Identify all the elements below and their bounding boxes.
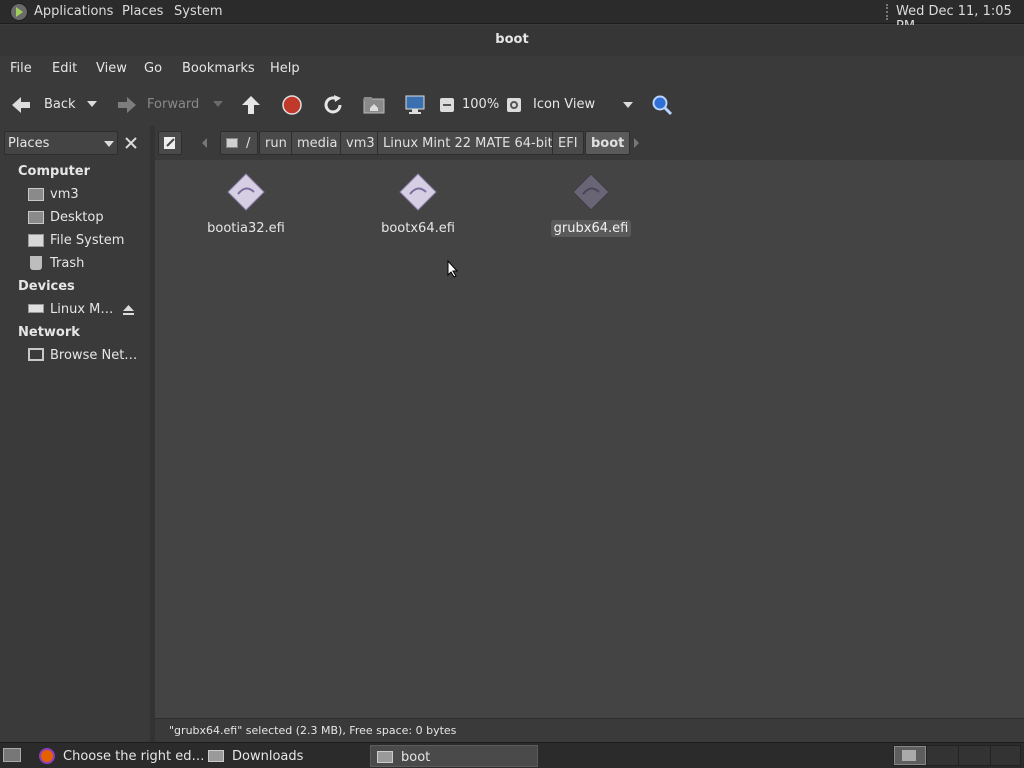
panel-menu-places[interactable]: Places <box>122 4 163 19</box>
file-system-icon <box>28 234 44 247</box>
sidebar-item-vm3[interactable]: vm3 <box>50 187 79 202</box>
breadcrumb-boot[interactable]: boot <box>585 131 631 155</box>
network-icon <box>28 348 44 361</box>
eject-icon[interactable] <box>122 304 135 316</box>
breadcrumb-scroll-left[interactable] <box>202 138 207 148</box>
panel-separator <box>886 4 889 20</box>
folder-icon <box>377 751 393 763</box>
efi-file-icon <box>227 173 265 211</box>
home-folder-icon <box>28 188 44 201</box>
sidebar-heading-network: Network <box>18 325 80 340</box>
back-arrow-icon <box>12 97 30 113</box>
panel-menu-system[interactable]: System <box>174 4 222 19</box>
drive-icon <box>28 304 44 313</box>
view-mode-select[interactable]: Icon View <box>528 92 638 118</box>
menu-go[interactable]: Go <box>144 61 162 76</box>
menu-view[interactable]: View <box>96 61 127 76</box>
show-desktop-icon[interactable] <box>3 748 21 762</box>
breadcrumb-root[interactable]: / <box>220 131 258 155</box>
close-sidebar-icon[interactable] <box>125 137 137 149</box>
breadcrumb-vm3[interactable]: vm3 <box>340 131 381 155</box>
breadcrumb-linux-mint[interactable]: Linux Mint 22 MATE 64-bit <box>377 131 559 155</box>
file-item[interactable]: bootia32.efi <box>191 172 301 237</box>
sidebar-type-label: Places <box>8 136 50 151</box>
forward-arrow-icon <box>118 97 136 113</box>
efi-file-icon <box>572 173 610 211</box>
home-folder-icon[interactable] <box>363 95 385 115</box>
search-icon[interactable] <box>651 94 673 116</box>
taskbar-item-downloads[interactable]: Downloads <box>202 745 368 767</box>
mint-menu-arrow-icon <box>16 7 23 17</box>
back-history-dropdown[interactable] <box>87 101 97 107</box>
folder-icon <box>208 750 224 762</box>
edit-location-icon <box>164 137 175 149</box>
zoom-minus-icon <box>443 104 451 106</box>
forward-history-dropdown[interactable] <box>213 101 223 107</box>
file-name: bootx64.efi <box>381 221 455 236</box>
workspace-4[interactable] <box>990 746 1021 765</box>
file-view[interactable]: bootia32.efi bootx64.efi grubx64.efi <box>155 160 1024 718</box>
menu-file[interactable]: File <box>10 61 32 76</box>
status-text: "grubx64.efi" selected (2.3 MB), Free sp… <box>169 724 457 737</box>
chevron-down-icon <box>623 102 633 108</box>
taskbar-item-firefox[interactable]: Choose the right ed… <box>33 745 205 767</box>
up-arrow-icon[interactable] <box>240 94 262 116</box>
workspace-3[interactable] <box>958 746 990 765</box>
sidebar-item-browse-network[interactable]: Browse Net… <box>50 348 137 363</box>
sidebar-type-select[interactable]: Places <box>4 131 118 155</box>
forward-label: Forward <box>147 97 200 112</box>
sidebar-item-trash[interactable]: Trash <box>50 256 84 271</box>
breadcrumb-efi[interactable]: EFI <box>552 131 584 155</box>
drive-icon <box>226 138 238 148</box>
desktop-folder-icon <box>28 211 44 224</box>
taskbar-item-label: Downloads <box>232 749 304 764</box>
reload-icon[interactable] <box>322 94 344 116</box>
zoom-plus-icon <box>510 101 518 109</box>
trash-icon <box>30 256 42 270</box>
firefox-icon <box>39 748 55 764</box>
stop-icon[interactable] <box>281 94 303 116</box>
sidebar-item-file-system[interactable]: File System <box>50 233 124 248</box>
sidebar-item-desktop[interactable]: Desktop <box>50 210 104 225</box>
breadcrumb-root-label: / <box>246 136 251 151</box>
file-item-selected[interactable]: grubx64.efi <box>536 172 646 237</box>
taskbar-item-label: Choose the right ed… <box>63 749 205 764</box>
top-panel: Applications Places System Wed Dec 11, 1… <box>0 0 1024 34</box>
efi-file-icon <box>399 173 437 211</box>
workspace-1-window-icon <box>902 750 916 761</box>
breadcrumb-scroll-right[interactable] <box>634 138 639 148</box>
taskbar-item-boot[interactable]: boot <box>370 745 538 767</box>
window-title: boot <box>495 32 529 47</box>
menu-help[interactable]: Help <box>270 61 300 76</box>
breadcrumb-run[interactable]: run <box>259 131 293 155</box>
view-mode-label: Icon View <box>533 97 596 112</box>
sidebar-heading-devices: Devices <box>18 279 75 294</box>
workspace-switcher[interactable] <box>893 745 1021 766</box>
file-name: bootia32.efi <box>207 221 285 236</box>
forward-button[interactable]: Forward <box>112 90 212 120</box>
chevron-down-icon <box>104 141 114 147</box>
status-bar: "grubx64.efi" selected (2.3 MB), Free sp… <box>155 718 1024 742</box>
sidebar: Places Computer vm3 Desktop File System … <box>0 126 150 742</box>
breadcrumb-media[interactable]: media <box>291 131 344 155</box>
toolbar: Back Forward 100% Icon View <box>0 84 1024 126</box>
computer-icon[interactable] <box>404 94 426 116</box>
menubar: File Edit View Go Bookmarks Help <box>0 56 1024 84</box>
file-item[interactable]: bootx64.efi <box>363 172 473 237</box>
workspace-2[interactable] <box>926 746 958 765</box>
taskbar-item-label: boot <box>401 750 431 765</box>
file-name: grubx64.efi <box>550 220 632 237</box>
panel-menu-applications[interactable]: Applications <box>34 4 113 19</box>
mouse-cursor-icon <box>447 260 459 278</box>
menu-bookmarks[interactable]: Bookmarks <box>182 61 255 76</box>
sidebar-heading-computer: Computer <box>18 164 91 179</box>
sidebar-item-linux-mint[interactable]: Linux M… <box>50 302 113 317</box>
menu-edit[interactable]: Edit <box>52 61 77 76</box>
window-titlebar[interactable]: boot <box>0 25 1024 73</box>
back-label: Back <box>44 97 76 112</box>
zoom-level[interactable]: 100% <box>462 97 499 112</box>
